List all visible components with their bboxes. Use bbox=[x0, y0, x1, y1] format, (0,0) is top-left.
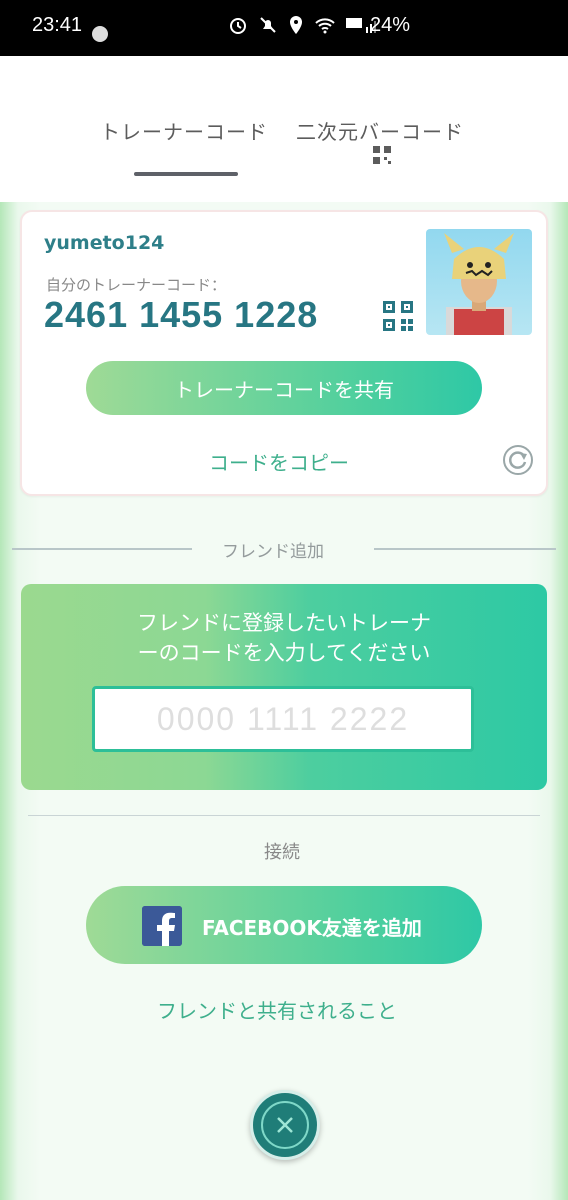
location-icon bbox=[290, 16, 302, 34]
trainer-code: 2461 1455 1228 bbox=[44, 294, 319, 335]
share-trainer-code-button[interactable]: トレーナーコードを共有 bbox=[86, 361, 482, 415]
status-bar: 23:41 24% bbox=[0, 0, 568, 56]
divider-line-left bbox=[12, 548, 192, 550]
tab-trainer-code[interactable]: トレーナーコード bbox=[100, 116, 268, 145]
trainer-code-label: 自分のトレーナーコード： bbox=[46, 276, 227, 294]
tab-selected-indicator bbox=[134, 172, 238, 176]
trainer-avatar bbox=[426, 229, 532, 335]
qr-code-icon bbox=[373, 146, 391, 164]
status-icons bbox=[228, 15, 380, 35]
add-friend-section-label: フレンド追加 bbox=[222, 542, 324, 562]
close-button[interactable] bbox=[250, 1090, 320, 1160]
close-icon bbox=[277, 1117, 293, 1133]
connect-section-label: 接続 bbox=[264, 842, 300, 863]
wifi-icon bbox=[315, 18, 335, 34]
facebook-icon bbox=[142, 906, 182, 946]
tab-bar: トレーナーコード 二次元バーコード bbox=[0, 56, 568, 202]
status-time: 23:41 bbox=[32, 14, 83, 36]
shared-with-friends-link[interactable]: フレンドと共有されること bbox=[157, 995, 397, 1024]
trainer-username: yumeto124 bbox=[44, 232, 165, 254]
tab-qr-code[interactable]: 二次元バーコード bbox=[296, 116, 464, 145]
copy-code-link[interactable]: コードをコピー bbox=[209, 447, 349, 476]
instruction-line-2: ーのコードを入力してください bbox=[137, 641, 431, 665]
mute-icon bbox=[260, 17, 276, 33]
friend-code-input[interactable] bbox=[92, 686, 474, 752]
alarm-icon bbox=[230, 18, 246, 34]
add-friend-instructions: フレンドに登録したいトレーナ ーのコードを入力してください bbox=[60, 608, 508, 668]
connect-divider bbox=[28, 815, 540, 816]
refresh-icon[interactable] bbox=[502, 444, 534, 476]
facebook-button-label: FACEBOOK友達を追加 bbox=[202, 916, 422, 940]
battery-level: 24% bbox=[370, 14, 411, 36]
divider-line-right bbox=[374, 548, 556, 550]
notification-icon bbox=[92, 26, 108, 42]
qr-code-icon[interactable] bbox=[382, 300, 414, 332]
instruction-line-1: フレンドに登録したいトレーナ bbox=[137, 611, 431, 635]
